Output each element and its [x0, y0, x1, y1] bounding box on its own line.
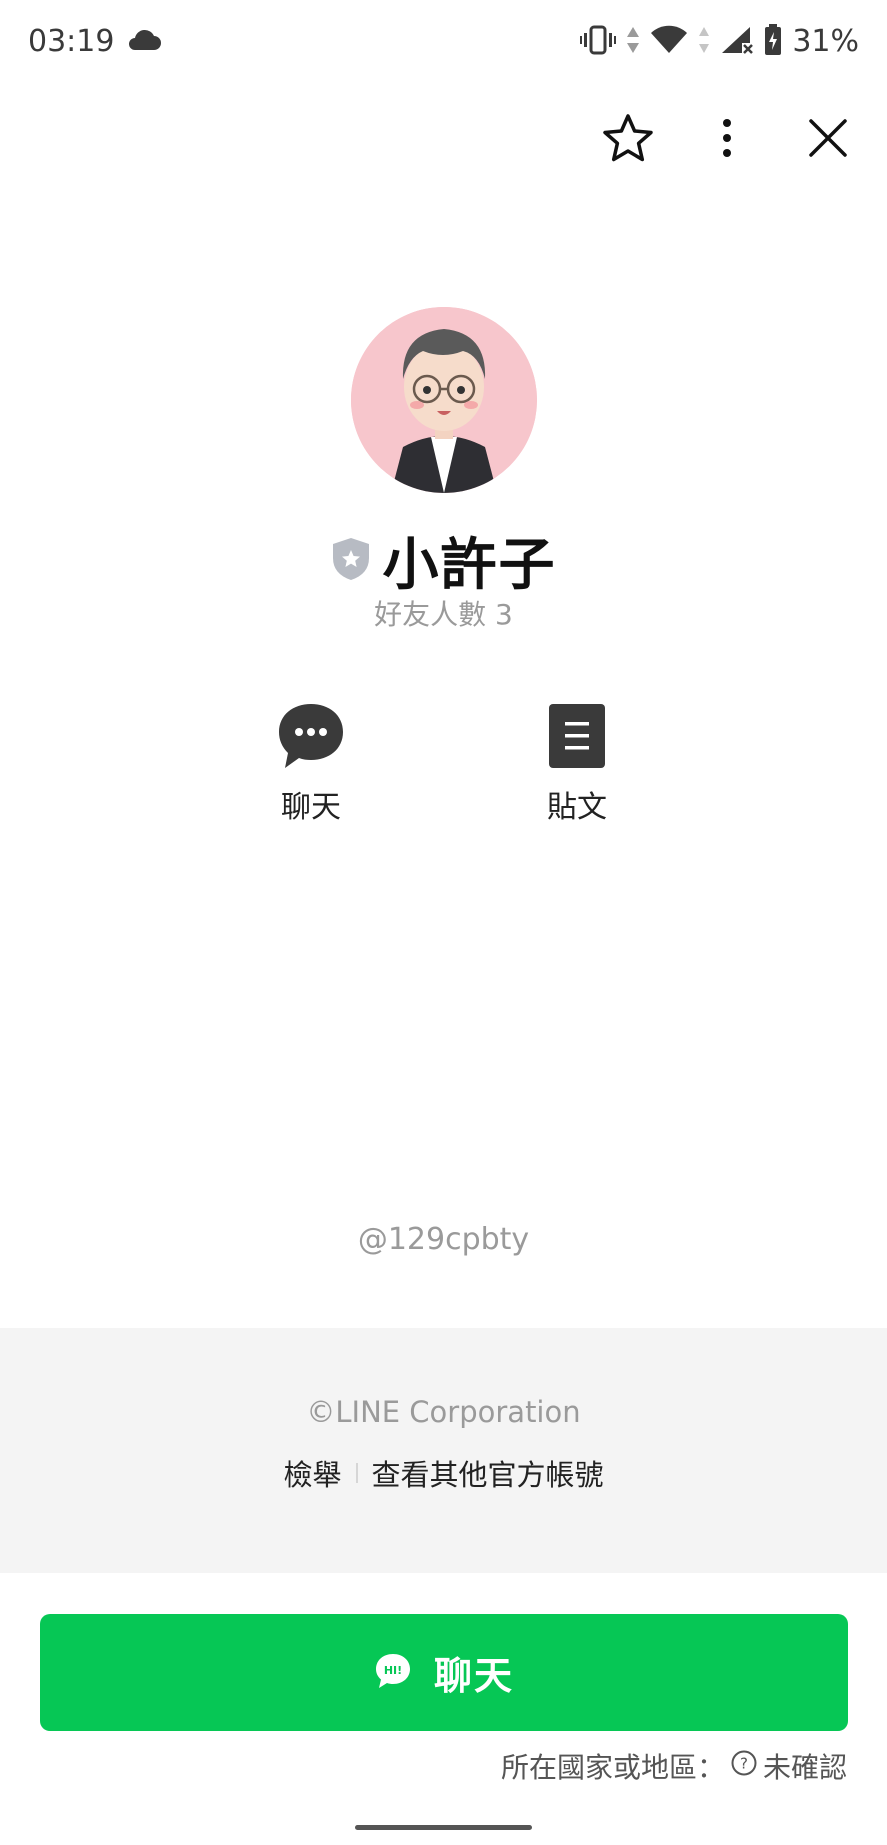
- hi-bubble-icon: HI!: [374, 1652, 412, 1694]
- question-circle-icon[interactable]: ?: [731, 1750, 757, 1783]
- wifi-icon: [650, 25, 688, 59]
- vibrate-icon: [580, 25, 617, 59]
- chat-bubble-icon: [277, 702, 345, 774]
- more-options-button[interactable]: [695, 108, 759, 172]
- posts-action-label: 貼文: [547, 790, 607, 825]
- status-time: 03:19: [28, 24, 115, 59]
- data-arrows-icon-2: [698, 25, 710, 59]
- avatar-illustration: [351, 307, 537, 493]
- region-label: 所在國家或地區：: [500, 1751, 725, 1784]
- shield-icon: [331, 536, 371, 586]
- close-button[interactable]: [796, 108, 860, 172]
- friends-count: 好友人數 3: [374, 598, 513, 631]
- battery-percent: 31%: [792, 24, 859, 59]
- document-icon: [548, 702, 606, 774]
- report-link[interactable]: 檢舉: [283, 1452, 341, 1494]
- chat-button[interactable]: HI! 聊天: [40, 1614, 848, 1731]
- more-vertical-icon: [721, 118, 733, 162]
- avatar[interactable]: [351, 307, 537, 493]
- posts-action-button[interactable]: 貼文: [507, 702, 647, 826]
- chat-action-button[interactable]: 聊天: [241, 702, 381, 826]
- line-id: @129cpbty: [357, 1222, 530, 1257]
- svg-text:?: ?: [740, 1754, 748, 1772]
- profile-name-row: 小許子: [0, 520, 887, 601]
- footer-section: [0, 1328, 887, 1573]
- battery-icon: [764, 24, 782, 60]
- profile-name: 小許子: [382, 533, 557, 598]
- chat-action-label: 聊天: [281, 790, 341, 825]
- close-icon: [808, 118, 848, 162]
- data-arrows-icon: [626, 25, 640, 59]
- copyright-text: ©LINE Corporation: [306, 1395, 581, 1429]
- other-accounts-link[interactable]: 查看其他官方帳號: [372, 1452, 604, 1494]
- region-value: 未確認: [762, 1751, 847, 1784]
- cloud-icon: [126, 26, 162, 58]
- chat-button-label: 聊天: [433, 1654, 514, 1698]
- footer-links: 檢舉 查看其他官方帳號: [0, 1452, 887, 1494]
- star-icon: [602, 113, 654, 167]
- svg-text:HI!: HI!: [384, 1664, 402, 1677]
- signal-icon: [720, 25, 754, 59]
- footer-divider: [355, 1463, 358, 1483]
- home-indicator[interactable]: [355, 1825, 532, 1830]
- status-icons: 31%: [580, 20, 859, 64]
- favorite-button[interactable]: [596, 108, 660, 172]
- region-row: 所在國家或地區： ? 未確認: [501, 1744, 847, 1788]
